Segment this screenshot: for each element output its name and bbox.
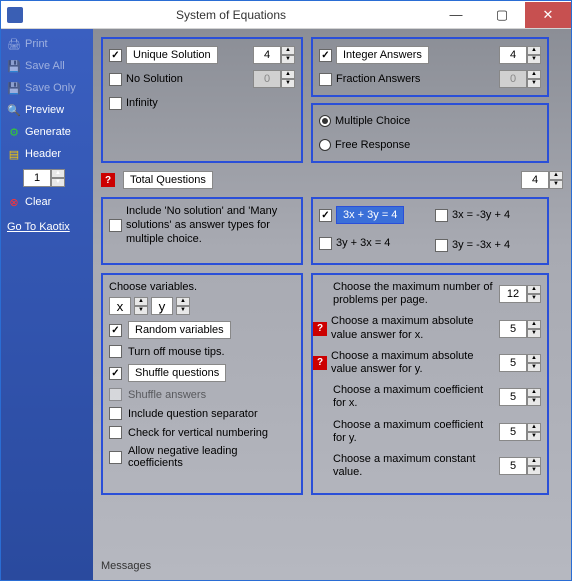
numbers-panel: Choose the maximum number of problems pe… — [311, 273, 549, 495]
total-questions-spinner: ▲▼ — [521, 171, 563, 189]
max-y-spinner[interactable]: ▲▼ — [499, 354, 541, 372]
body: 🖨Print 💾Save All 💾Save Only 🔍Preview ⚙Ge… — [1, 29, 571, 580]
messages-label: Messages — [101, 560, 151, 572]
header-spin-buttons[interactable]: ▲▼ — [51, 169, 65, 187]
include-panel: Include 'No solution' and 'Many solution… — [101, 197, 303, 265]
print-icon: 🖨 — [7, 37, 21, 51]
variables-panel: Choose variables. ▲▼ ▲▼ Random variables… — [101, 273, 303, 495]
fraction-answers-checkbox[interactable] — [319, 73, 332, 86]
header-spinner[interactable]: ▲▼ — [23, 169, 89, 187]
preview-icon: 🔍 — [7, 103, 21, 117]
max-x-spinner[interactable]: ▲▼ — [499, 320, 541, 338]
generate-button[interactable]: ⚙Generate — [5, 123, 89, 141]
mouse-tips-checkbox[interactable] — [109, 345, 122, 358]
preview-button[interactable]: 🔍Preview — [5, 101, 89, 119]
header-button[interactable]: ▤Header — [5, 145, 89, 163]
help-icon[interactable]: ? — [101, 173, 115, 187]
help-icon[interactable]: ? — [313, 322, 327, 336]
minimize-button[interactable]: — — [433, 2, 479, 28]
eq-d-checkbox[interactable] — [435, 239, 448, 252]
header-value-input[interactable] — [23, 169, 51, 187]
window-controls: — ▢ ✕ — [433, 2, 571, 28]
solution-type-panel: Unique Solution ▲▼ No Solution ▲▼ Infini… — [101, 37, 303, 163]
question-separator-checkbox[interactable] — [109, 407, 122, 420]
no-solution-spinner: ▲▼ — [253, 70, 295, 88]
save-only-button[interactable]: 💾Save Only — [5, 79, 89, 97]
main-panel: Unique Solution ▲▼ No Solution ▲▼ Infini… — [93, 29, 571, 580]
equation-format-panel: 3x + 3y = 4 3x = -3y + 4 3y + 3x = 4 3y … — [311, 197, 549, 265]
fraction-answers-spinner: ▲▼ — [499, 70, 541, 88]
response-type-panel: Multiple Choice Free Response — [311, 103, 549, 163]
coef-x-spinner[interactable]: ▲▼ — [499, 388, 541, 406]
total-questions-label: Total Questions — [123, 171, 213, 189]
unique-solution-checkbox[interactable] — [109, 49, 122, 62]
variables-title: Choose variables. — [109, 281, 295, 293]
infinity-label: Infinity — [126, 97, 158, 109]
save-icon: 💾 — [7, 59, 21, 73]
integer-answers-checkbox[interactable] — [319, 49, 332, 62]
per-page-spinner[interactable]: ▲▼ — [499, 285, 541, 303]
no-solution-label: No Solution — [126, 73, 183, 85]
unique-solution-label: Unique Solution — [126, 46, 218, 64]
app-window: System of Equations — ▢ ✕ 🖨Print 💾Save A… — [0, 0, 572, 581]
fraction-answers-label: Fraction Answers — [336, 73, 420, 85]
titlebar: System of Equations — ▢ ✕ — [1, 1, 571, 29]
app-icon — [7, 7, 23, 23]
negative-leading-checkbox[interactable] — [109, 451, 122, 464]
shuffle-questions-checkbox[interactable] — [109, 367, 122, 380]
integer-answers-label: Integer Answers — [336, 46, 429, 64]
save-all-button[interactable]: 💾Save All — [5, 57, 89, 75]
clear-button[interactable]: ⊗Clear — [5, 193, 89, 211]
var1-input[interactable] — [109, 297, 131, 315]
multiple-choice-radio[interactable] — [319, 115, 331, 127]
include-no-solution-checkbox[interactable] — [109, 219, 122, 232]
eq-a-checkbox[interactable] — [319, 209, 332, 222]
vertical-numbering-checkbox[interactable] — [109, 426, 122, 439]
var2-input[interactable] — [151, 297, 173, 315]
generate-icon: ⚙ — [7, 125, 21, 139]
infinity-checkbox[interactable] — [109, 97, 122, 110]
eq-c-checkbox[interactable] — [319, 237, 332, 250]
free-response-radio[interactable] — [319, 139, 331, 151]
coef-y-spinner[interactable]: ▲▼ — [499, 423, 541, 441]
shuffle-answers-checkbox — [109, 388, 122, 401]
print-button[interactable]: 🖨Print — [5, 35, 89, 53]
header-icon: ▤ — [7, 147, 21, 161]
no-solution-checkbox[interactable] — [109, 73, 122, 86]
save-icon: 💾 — [7, 81, 21, 95]
const-spinner[interactable]: ▲▼ — [499, 457, 541, 475]
eq-b-checkbox[interactable] — [435, 209, 448, 222]
random-variables-checkbox[interactable] — [109, 324, 122, 337]
unique-solution-spinner[interactable]: ▲▼ — [253, 46, 295, 64]
include-label: Include 'No solution' and 'Many solution… — [126, 205, 295, 246]
maximize-button[interactable]: ▢ — [479, 2, 525, 28]
answer-type-panel: Integer Answers ▲▼ Fraction Answers ▲▼ — [311, 37, 549, 97]
help-icon[interactable]: ? — [313, 356, 327, 370]
window-title: System of Equations — [29, 8, 433, 22]
total-questions-row: ? Total Questions ▲▼ — [101, 171, 563, 189]
clear-icon: ⊗ — [7, 195, 21, 209]
sidebar: 🖨Print 💾Save All 💾Save Only 🔍Preview ⚙Ge… — [1, 29, 93, 580]
integer-answers-spinner[interactable]: ▲▼ — [499, 46, 541, 64]
close-button[interactable]: ✕ — [525, 2, 571, 28]
kaotix-link[interactable]: Go To Kaotix — [5, 221, 89, 233]
